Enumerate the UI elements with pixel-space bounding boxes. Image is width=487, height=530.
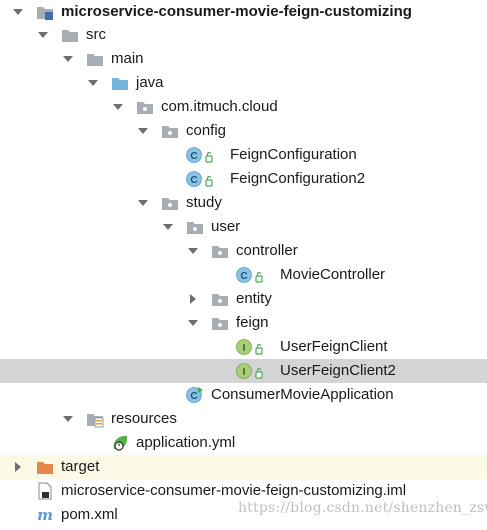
svg-text:C: C [190, 151, 197, 162]
tree-row-label: com.itmuch.cloud [161, 98, 278, 115]
tree-row[interactable]: user [0, 215, 487, 239]
tree-row[interactable]: I UserFeignClient2 [0, 359, 487, 383]
tree-row-label: resources [111, 410, 177, 427]
tree-row-label: src [86, 26, 106, 43]
tree-row-label: FeignConfiguration [230, 146, 357, 163]
svg-text:m: m [37, 506, 53, 524]
tree-row[interactable]: microservice-consumer-movie-feign-custom… [0, 0, 487, 24]
tree-row-label: UserFeignClient2 [280, 362, 396, 379]
chevron-down-icon[interactable] [137, 125, 149, 137]
spring-boot-class-icon: C [186, 386, 204, 404]
chevron-down-icon[interactable] [162, 221, 174, 233]
tree-row[interactable]: C ConsumerMovieApplication [0, 383, 487, 407]
chevron-right-icon[interactable] [12, 461, 24, 473]
iml-file-icon [36, 482, 54, 500]
class-icon: C [236, 266, 266, 284]
svg-text:C: C [190, 391, 197, 402]
tree-row-label: user [211, 218, 241, 235]
tree-row-label: main [111, 50, 144, 67]
tree-row[interactable]: controller [0, 239, 487, 263]
source-folder-icon [111, 74, 129, 92]
tree-row[interactable]: application.yml [0, 431, 487, 455]
tree-row[interactable]: resources [0, 407, 487, 431]
tree-row[interactable]: com.itmuch.cloud [0, 95, 487, 119]
tree-row-label: target [61, 458, 100, 475]
tree-row[interactable]: C FeignConfiguration [0, 143, 487, 167]
tree-row-label: config [186, 122, 227, 139]
chevron-right-icon[interactable] [187, 293, 199, 305]
svg-text:I: I [243, 367, 246, 378]
tree-row[interactable]: target [0, 455, 487, 479]
watermark: https://blog.csdn.net/shenzhen_zsw [238, 500, 487, 516]
class-icon: C [186, 146, 216, 164]
chevron-down-icon[interactable] [112, 101, 124, 113]
tree-row-label: MovieController [280, 266, 386, 283]
excluded-folder-icon [36, 458, 54, 476]
package-icon [186, 218, 204, 236]
tree-row-label: study [186, 194, 222, 211]
tree-row[interactable]: C FeignConfiguration2 [0, 167, 487, 191]
tree-row[interactable]: study [0, 191, 487, 215]
interface-icon: I [236, 362, 266, 380]
svg-text:I: I [243, 343, 246, 354]
module-folder-icon [36, 3, 54, 21]
spring-yml-icon [111, 434, 129, 452]
package-icon [136, 98, 154, 116]
tree-row[interactable]: entity [0, 287, 487, 311]
tree-row-label: java [136, 74, 164, 91]
tree-row-label: entity [236, 290, 272, 307]
tree-row-label: pom.xml [61, 506, 118, 523]
tree-row[interactable]: C MovieController [0, 263, 487, 287]
class-icon: C [186, 170, 216, 188]
interface-icon: I [236, 338, 266, 356]
tree-row-label: application.yml [136, 434, 236, 451]
chevron-down-icon[interactable] [137, 197, 149, 209]
folder-icon [61, 26, 79, 44]
tree-row[interactable]: feign [0, 311, 487, 335]
package-icon [211, 314, 229, 332]
chevron-down-icon[interactable] [12, 6, 24, 18]
chevron-down-icon[interactable] [187, 317, 199, 329]
svg-text:C: C [190, 175, 197, 186]
svg-text:C: C [240, 271, 247, 282]
project-tree: microservice-consumer-movie-feign-custom… [0, 0, 487, 530]
chevron-down-icon[interactable] [62, 413, 74, 425]
tree-row[interactable]: java [0, 71, 487, 95]
chevron-down-icon[interactable] [87, 77, 99, 89]
maven-icon: m [36, 506, 54, 524]
tree-row[interactable]: src [0, 23, 487, 47]
package-icon [161, 122, 179, 140]
chevron-down-icon[interactable] [37, 29, 49, 41]
tree-row[interactable]: main [0, 47, 487, 71]
tree-row[interactable]: I UserFeignClient [0, 335, 487, 359]
resources-folder-icon [86, 410, 104, 428]
package-icon [161, 194, 179, 212]
chevron-down-icon[interactable] [187, 245, 199, 257]
tree-row-label: UserFeignClient [280, 338, 388, 355]
folder-icon [86, 50, 104, 68]
package-icon [211, 290, 229, 308]
tree-row-label: FeignConfiguration2 [230, 170, 366, 187]
package-icon [211, 242, 229, 260]
tree-row-label: feign [236, 314, 269, 331]
chevron-down-icon[interactable] [62, 53, 74, 65]
tree-row[interactable]: config [0, 119, 487, 143]
tree-row-label: controller [236, 242, 298, 259]
tree-row-label: microservice-consumer-movie-feign-custom… [61, 3, 412, 20]
tree-row-label: ConsumerMovieApplication [211, 386, 394, 403]
